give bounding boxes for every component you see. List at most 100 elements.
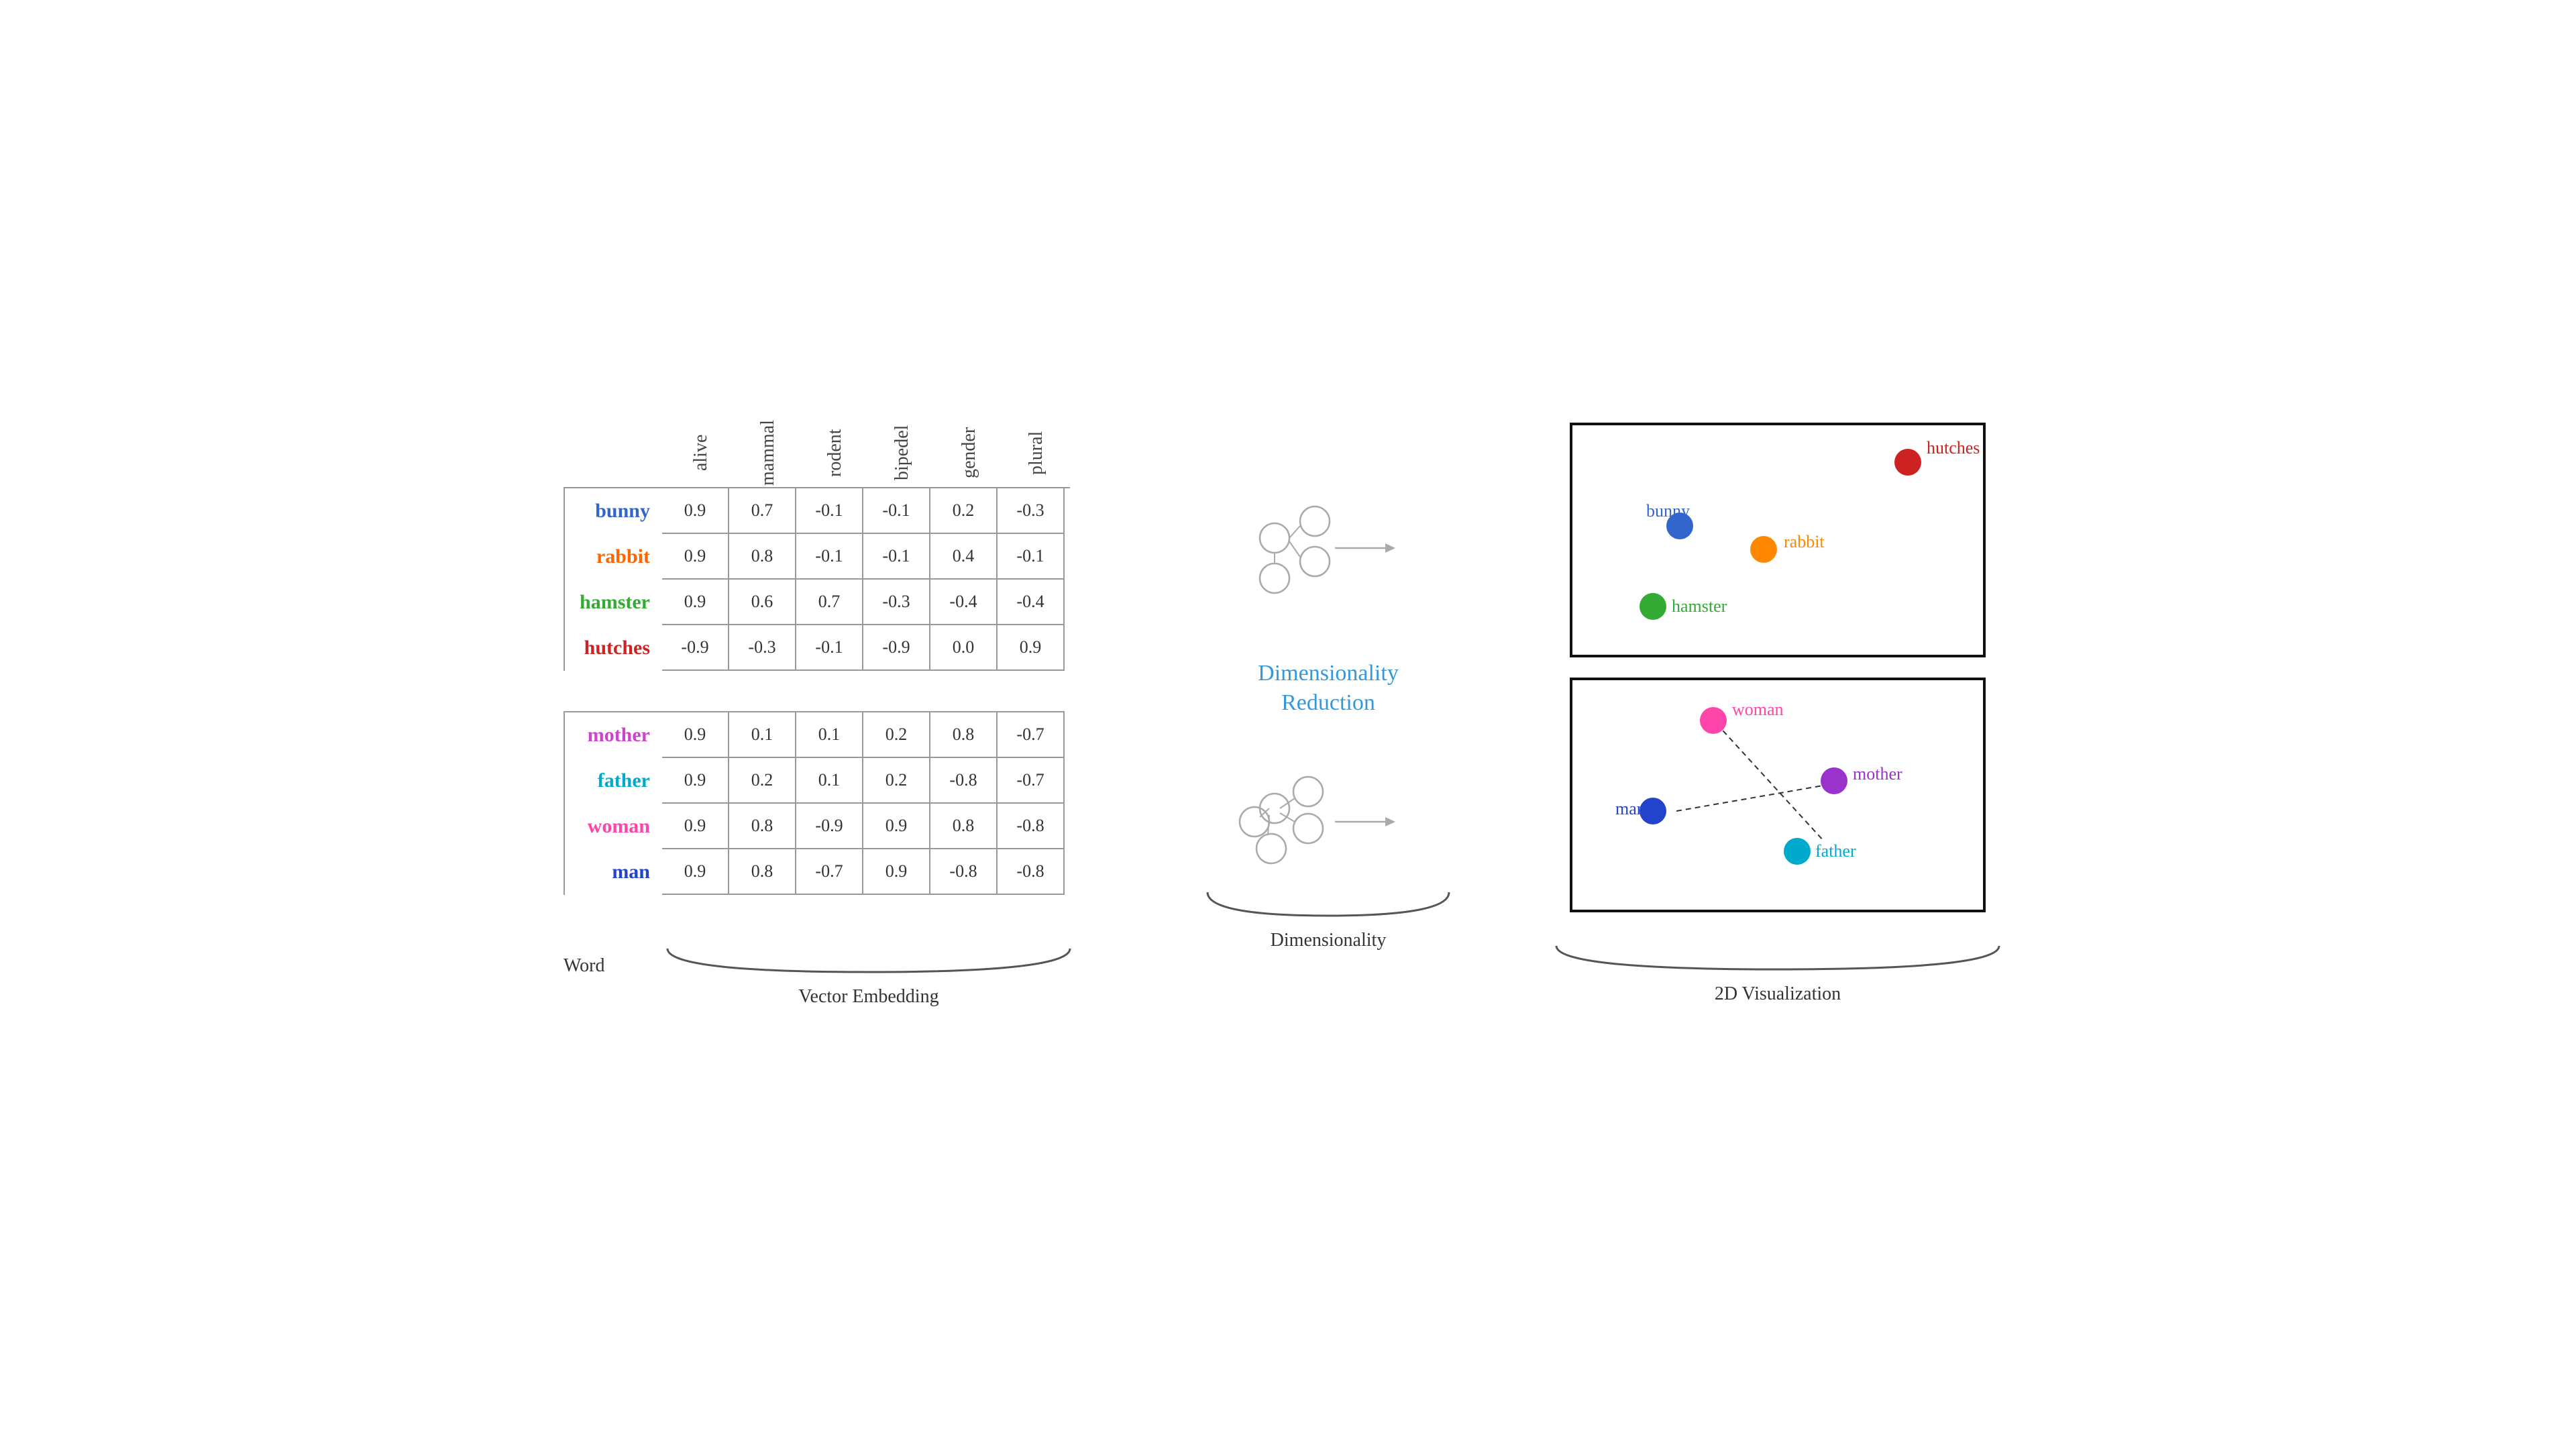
animals-table-wrapper: alive mammal rodent bipedel gender plura… [564,423,1070,671]
row-label-bunny: bunny [565,500,662,523]
cell: -0.7 [998,712,1065,758]
viz-box-people: woman mother man father [1570,678,1986,912]
cell: -0.9 [796,804,863,849]
cell: 0.7 [796,580,863,625]
father-cells: 0.9 0.2 0.1 0.2 -0.8 -0.7 [662,758,1065,804]
brace-svg-dim [1201,885,1456,926]
cell: 0.1 [796,758,863,804]
row-label-hamster: hamster [565,591,662,614]
cell: -0.8 [998,804,1065,849]
hamster-cells: 0.9 0.6 0.7 -0.3 -0.4 -0.4 [662,580,1065,625]
mother-cells: 0.9 0.1 0.1 0.2 0.8 -0.7 [662,712,1065,758]
svg-text:bunny: bunny [1646,501,1690,521]
col-header-rodent: rodent [802,423,869,483]
arrow-diagram-bottom [1234,771,1422,879]
dr-label-line1: Dimensionality [1258,659,1399,688]
brace-svg-vector [661,942,1077,982]
bunny-cells: 0.9 0.7 -0.1 -0.1 0.2 -0.3 [662,488,1065,534]
animals-col-headers-row: alive mammal rodent bipedel gender plura… [667,423,1070,483]
cell: 0.2 [729,758,796,804]
cell: 0.9 [662,712,729,758]
cell: 0.9 [662,580,729,625]
woman-cells: 0.9 0.8 -0.9 0.9 0.8 -0.8 [662,804,1065,849]
viz-box-animals: hutches bunny rabbit hamster [1570,423,1986,657]
cell: -0.1 [998,534,1065,580]
cell: 0.2 [863,712,930,758]
row-label-hutches: hutches [565,637,662,659]
cell: 0.9 [662,534,729,580]
col-header-gender: gender [936,423,1003,483]
table-row: woman 0.9 0.8 -0.9 0.9 0.8 -0.8 [565,804,1065,849]
row-label-woman: woman [565,815,662,838]
bottom-labels-area: Word Vector Embedding [564,942,1077,1008]
cell: -0.1 [796,625,863,671]
table-row: hutches -0.9 -0.3 -0.1 -0.9 0.0 0.9 [565,625,1070,671]
svg-text:father: father [1815,841,1856,861]
people-scatter-svg: woman mother man father [1572,680,1988,915]
row-label-man: man [565,861,662,883]
cell: -0.1 [863,488,930,534]
row-label-rabbit: rabbit [565,545,662,568]
dr-label-area: Dimensionality Reduction [1258,659,1399,718]
svg-text:hutches: hutches [1927,438,1980,458]
table-row: rabbit 0.9 0.8 -0.1 -0.1 0.4 -0.1 [565,534,1070,580]
col-header-alive: alive [667,423,735,483]
svg-text:hamster: hamster [1672,596,1727,616]
people-table-body: mother 0.9 0.1 0.1 0.2 0.8 -0.7 [564,711,1065,895]
cell: -0.7 [796,849,863,895]
cell: 0.9 [662,804,729,849]
cell: -0.4 [930,580,998,625]
hutches-cells: -0.9 -0.3 -0.1 -0.9 0.0 0.9 [662,625,1065,671]
dimensionality-brace: Dimensionality [1201,885,1456,951]
cell: -0.3 [729,625,796,671]
vector-embedding-brace: Vector Embedding [661,942,1077,1008]
cell: 0.7 [729,488,796,534]
table-row: mother 0.9 0.1 0.1 0.2 0.8 -0.7 [565,712,1065,758]
people-table-wrapper: mother 0.9 0.1 0.1 0.2 0.8 -0.7 [564,711,1065,895]
cell: 0.8 [729,534,796,580]
tables-section: alive mammal rodent bipedel gender plura… [564,423,1100,1008]
middle-section: Dimensionality Reduction [1140,423,1516,1026]
cell: -0.3 [998,488,1065,534]
svg-text:mother: mother [1853,764,1902,784]
word-label: Word [564,942,661,977]
rabbit-cells: 0.9 0.8 -0.1 -0.1 0.4 -0.1 [662,534,1065,580]
cell: 0.9 [998,625,1065,671]
cell: 0.8 [729,849,796,895]
cell: 0.0 [930,625,998,671]
row-label-mother: mother [565,724,662,747]
cell: 0.9 [863,804,930,849]
main-container: alive mammal rodent bipedel gender plura… [148,87,2428,1362]
viz-section: hutches bunny rabbit hamster [1543,423,2012,1005]
cell: -0.1 [863,534,930,580]
cell: -0.1 [796,534,863,580]
cell: 0.8 [930,804,998,849]
visualization-2d-label: 2D Visualization [1715,983,1841,1005]
vector-embedding-label: Vector Embedding [798,986,938,1008]
arrow-diagram-top [1234,498,1422,605]
cell: 0.9 [662,758,729,804]
animals-table-body: bunny 0.9 0.7 -0.1 -0.1 0.2 -0.3 [564,487,1070,671]
table-row: bunny 0.9 0.7 -0.1 -0.1 0.2 -0.3 [565,488,1070,534]
cell: -0.3 [863,580,930,625]
cell: 0.1 [796,712,863,758]
animals-table-with-headers: alive mammal rodent bipedel gender plura… [564,423,1070,671]
cell: 0.6 [729,580,796,625]
col-header-mammal: mammal [735,423,802,483]
col-header-plural: plural [1003,423,1070,483]
brace-svg-viz [1550,939,2006,979]
cell: -0.8 [930,849,998,895]
bottom-arrow-area [1234,771,1422,879]
cell: 0.2 [930,488,998,534]
top-arrow-area [1234,498,1422,605]
cell: -0.8 [998,849,1065,895]
row-label-father: father [565,769,662,792]
animals-scatter-svg: hutches bunny rabbit hamster [1572,425,1988,660]
cell: 0.4 [930,534,998,580]
dimensionality-label: Dimensionality [1271,930,1387,951]
table-row: man 0.9 0.8 -0.7 0.9 -0.8 -0.8 [565,849,1065,895]
cell: 0.2 [863,758,930,804]
content-row: alive mammal rodent bipedel gender plura… [148,423,2428,1026]
svg-text:man: man [1615,799,1646,818]
table-row: father 0.9 0.2 0.1 0.2 -0.8 -0.7 [565,758,1065,804]
